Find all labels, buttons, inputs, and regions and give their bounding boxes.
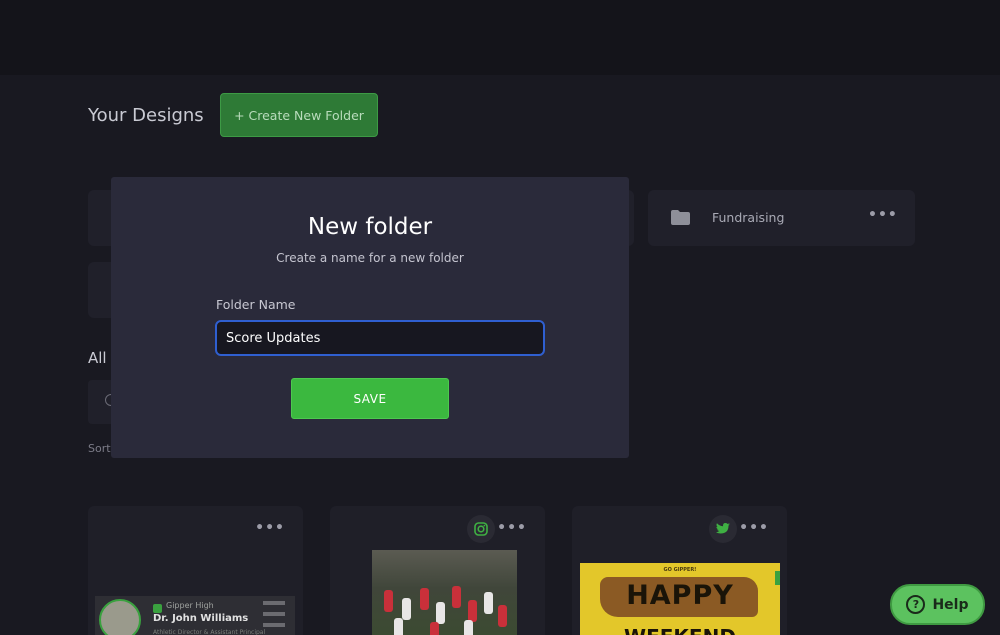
- design-thumbnail: [372, 550, 517, 635]
- folder-icon: [671, 210, 690, 225]
- more-options-icon[interactable]: •••: [868, 207, 898, 223]
- design-card[interactable]: ••• GO GIPPER! HAPPY WEEKEND: [572, 506, 787, 635]
- dialog-title: New folder: [307, 214, 433, 240]
- folder-card-fundraising[interactable]: Fundraising •••: [648, 190, 915, 246]
- folder-name-label: Folder Name: [216, 297, 296, 312]
- thumbnail-subline: WEEKEND: [580, 625, 780, 635]
- more-options-icon[interactable]: •••: [739, 520, 769, 536]
- new-folder-dialog: New folder Create a name for a new folde…: [111, 177, 629, 458]
- person-role: Athletic Director & Assistant Principal: [153, 629, 266, 635]
- all-designs-heading: All: [88, 349, 107, 367]
- folder-name-input[interactable]: [215, 320, 545, 356]
- design-card[interactable]: •••: [330, 506, 545, 635]
- thumbnail-headline: HAPPY: [626, 580, 734, 611]
- dialog-subtitle: Create a name for a new folder: [276, 251, 464, 265]
- design-thumbnail: GO GIPPER! HAPPY WEEKEND: [580, 563, 780, 635]
- save-button[interactable]: SAVE: [291, 378, 449, 419]
- design-card[interactable]: ••• Gipper High Dr. John Williams Athlet…: [88, 506, 303, 635]
- create-folder-button[interactable]: + Create New Folder: [220, 93, 378, 137]
- more-options-icon[interactable]: •••: [255, 520, 285, 536]
- help-button[interactable]: ? Help: [890, 584, 985, 625]
- avatar: [99, 599, 141, 635]
- thumbnail-kicker: GO GIPPER!: [663, 567, 697, 573]
- more-options-icon[interactable]: •••: [497, 520, 527, 536]
- folder-label: Fundraising: [712, 210, 785, 225]
- sort-label[interactable]: Sort: [88, 442, 111, 455]
- school-logo-icon: [153, 604, 162, 613]
- page-title: Your Designs: [88, 105, 204, 126]
- twitter-icon: [709, 515, 737, 543]
- top-bar: [0, 0, 1000, 75]
- person-name: Dr. John Williams: [153, 613, 249, 624]
- help-icon: ?: [906, 595, 926, 614]
- school-name: Gipper High: [166, 601, 214, 610]
- help-label: Help: [932, 596, 969, 613]
- instagram-icon: [467, 515, 495, 543]
- design-thumbnail: Gipper High Dr. John Williams Athletic D…: [95, 596, 295, 635]
